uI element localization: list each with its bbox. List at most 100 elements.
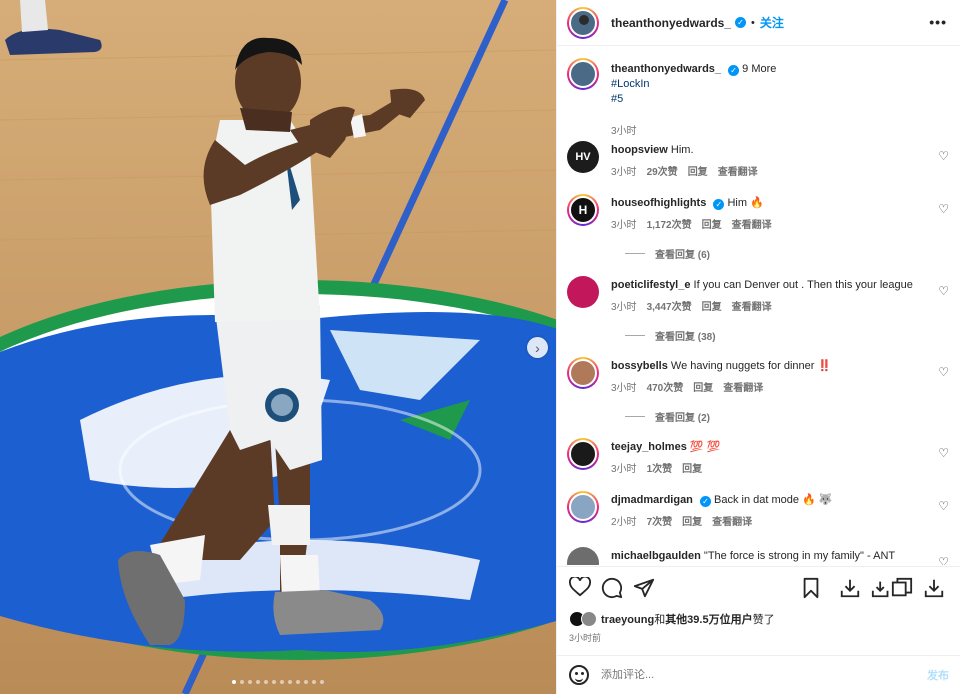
verified-badge-icon: ✓ [713, 199, 725, 210]
comment-meta: 3小时 29次赞 回复 查看翻译 [611, 163, 768, 178]
bookmark-icon[interactable] [801, 577, 821, 599]
comment-text: If you can Denver out . Then this your l… [693, 279, 913, 291]
comment-like-heart-icon[interactable]: ♡ [938, 284, 949, 298]
next-slide-button[interactable]: › [527, 337, 548, 358]
likes-count[interactable]: 其他39.5万位用户 [665, 614, 752, 626]
comment-input[interactable] [601, 669, 901, 681]
reply-button[interactable]: 回复 [682, 464, 702, 475]
post-details-panel: theanthonyedwards_ ✓ • 关注 ••• theanthony… [556, 0, 960, 694]
comment-time: 3小时 [611, 220, 637, 231]
carousel-indicator [0, 680, 556, 684]
follow-button[interactable]: 关注 [760, 14, 784, 31]
caption-avatar[interactable] [567, 58, 599, 90]
comment-likes[interactable]: 3,447次赞 [647, 302, 692, 313]
comment-time: 2小时 [611, 517, 637, 528]
comments-scroll-area[interactable]: theanthonyedwards_ ✓ 9 More #LockIn #5 3… [557, 47, 960, 565]
comment-like-heart-icon[interactable]: ♡ [938, 446, 949, 460]
ellipsis-icon[interactable]: ••• [929, 14, 947, 30]
view-replies-button[interactable]: 查看回复 (38) [625, 328, 716, 343]
comment-text: We having nuggets for dinner ‼️ [670, 360, 832, 372]
comment-likes[interactable]: 1,172次赞 [647, 220, 692, 231]
basketball-photo [0, 0, 556, 694]
carousel-dot [296, 680, 300, 684]
hashtag-5[interactable]: #5 [611, 93, 623, 105]
comment-meta: 3小时 1,172次赞 回复 查看翻译 [611, 216, 782, 231]
liker-avatar[interactable] [581, 611, 597, 627]
comment-likes[interactable]: 470次赞 [647, 383, 684, 394]
carousel-dot [256, 680, 260, 684]
view-replies-button[interactable]: 查看回复 (6) [625, 246, 710, 261]
author-avatar[interactable] [567, 6, 599, 39]
comment-likes[interactable]: 7次赞 [647, 517, 673, 528]
view-replies-button[interactable]: 查看回复 (2) [625, 409, 710, 424]
comment-time: 3小时 [611, 464, 637, 475]
send-icon[interactable] [633, 577, 655, 599]
post-media[interactable]: › [0, 0, 556, 694]
comment-meta: 2小时 7次赞 回复 查看翻译 [611, 513, 762, 528]
download-icon[interactable] [839, 577, 861, 599]
carousel-dot [312, 680, 316, 684]
translate-button[interactable]: 查看翻译 [723, 383, 763, 394]
reply-button[interactable]: 回复 [688, 167, 708, 178]
carousel-dot [232, 680, 236, 684]
comment-username[interactable]: teejay_holmes [611, 441, 687, 453]
comment-text: Back in dat mode 🔥 🐺 [714, 494, 833, 506]
comment-like-heart-icon[interactable]: ♡ [938, 365, 949, 379]
comment-avatar[interactable] [567, 438, 599, 470]
comment-username[interactable]: hoopsview [611, 144, 668, 156]
translate-button[interactable]: 查看翻译 [732, 302, 772, 313]
likes-summary: traeyoung和其他39.5万位用户赞了 [569, 611, 775, 627]
reply-button[interactable]: 回复 [702, 220, 722, 231]
translate-button[interactable]: 查看翻译 [712, 517, 752, 528]
carousel-dot [320, 680, 324, 684]
comment-username[interactable]: poeticlifestyl_e [611, 279, 690, 291]
comment-avatar[interactable] [567, 357, 599, 389]
verified-badge-icon: ✓ [728, 65, 740, 76]
reply-button[interactable]: 回复 [702, 302, 722, 313]
verified-badge-icon: ✓ [699, 496, 711, 507]
comment-avatar[interactable] [567, 547, 599, 565]
comment-avatar[interactable]: H [567, 194, 599, 226]
comment-username[interactable]: bossybells [611, 360, 668, 372]
verified-badge-icon: ✓ [735, 17, 747, 28]
heart-icon[interactable] [569, 577, 591, 597]
multi-image-icon[interactable] [891, 577, 913, 599]
comment-avatar[interactable]: HV [567, 141, 599, 173]
comment-time: 3小时 [611, 167, 637, 178]
caption-username[interactable]: theanthonyedwards_ [611, 63, 721, 75]
post-comment-button[interactable]: 发布 [927, 667, 949, 683]
comment-text: Him 🔥 [727, 197, 764, 209]
comment-text: Him. [670, 144, 694, 156]
hashtag-lockin[interactable]: #LockIn [611, 78, 650, 90]
post-actions-bar [557, 566, 960, 606]
translate-button[interactable]: 查看翻译 [718, 167, 758, 178]
chevron-right-icon: › [535, 339, 540, 356]
author-username[interactable]: theanthonyedwards_ [611, 16, 731, 30]
comment-icon[interactable] [601, 577, 623, 599]
comment-username[interactable]: michaelbgaulden [611, 550, 701, 562]
comment-likes[interactable]: 29次赞 [647, 167, 678, 178]
reply-button[interactable]: 回复 [693, 383, 713, 394]
comment-like-heart-icon[interactable]: ♡ [938, 202, 949, 216]
comment-like-heart-icon[interactable]: ♡ [938, 555, 949, 565]
emoji-icon[interactable] [569, 665, 589, 685]
comment-avatar[interactable] [567, 276, 599, 308]
translate-button[interactable]: 查看翻译 [732, 220, 772, 231]
post-timestamp: 3小时前 [569, 633, 602, 643]
comment-avatar[interactable] [567, 491, 599, 523]
carousel-dot [264, 680, 268, 684]
comment-meta: 3小时 470次赞 回复 查看翻译 [611, 379, 773, 394]
download-icon[interactable] [923, 577, 945, 599]
reply-button[interactable]: 回复 [682, 517, 702, 528]
comment-meta: 3小时 1次赞 回复 [611, 460, 712, 475]
comment-likes[interactable]: 1次赞 [647, 464, 673, 475]
comment-like-heart-icon[interactable]: ♡ [938, 149, 949, 163]
liker-username[interactable]: traeyoung [601, 614, 654, 626]
comment-username[interactable]: houseofhighlights [611, 197, 706, 209]
carousel-dot [240, 680, 244, 684]
download-all-icon[interactable] [871, 577, 893, 599]
comment-like-heart-icon[interactable]: ♡ [938, 499, 949, 513]
caption-time: 3小时 [611, 126, 637, 137]
comment-username[interactable]: djmadmardigan [611, 494, 693, 506]
comment-composer: 发布 [557, 655, 960, 694]
